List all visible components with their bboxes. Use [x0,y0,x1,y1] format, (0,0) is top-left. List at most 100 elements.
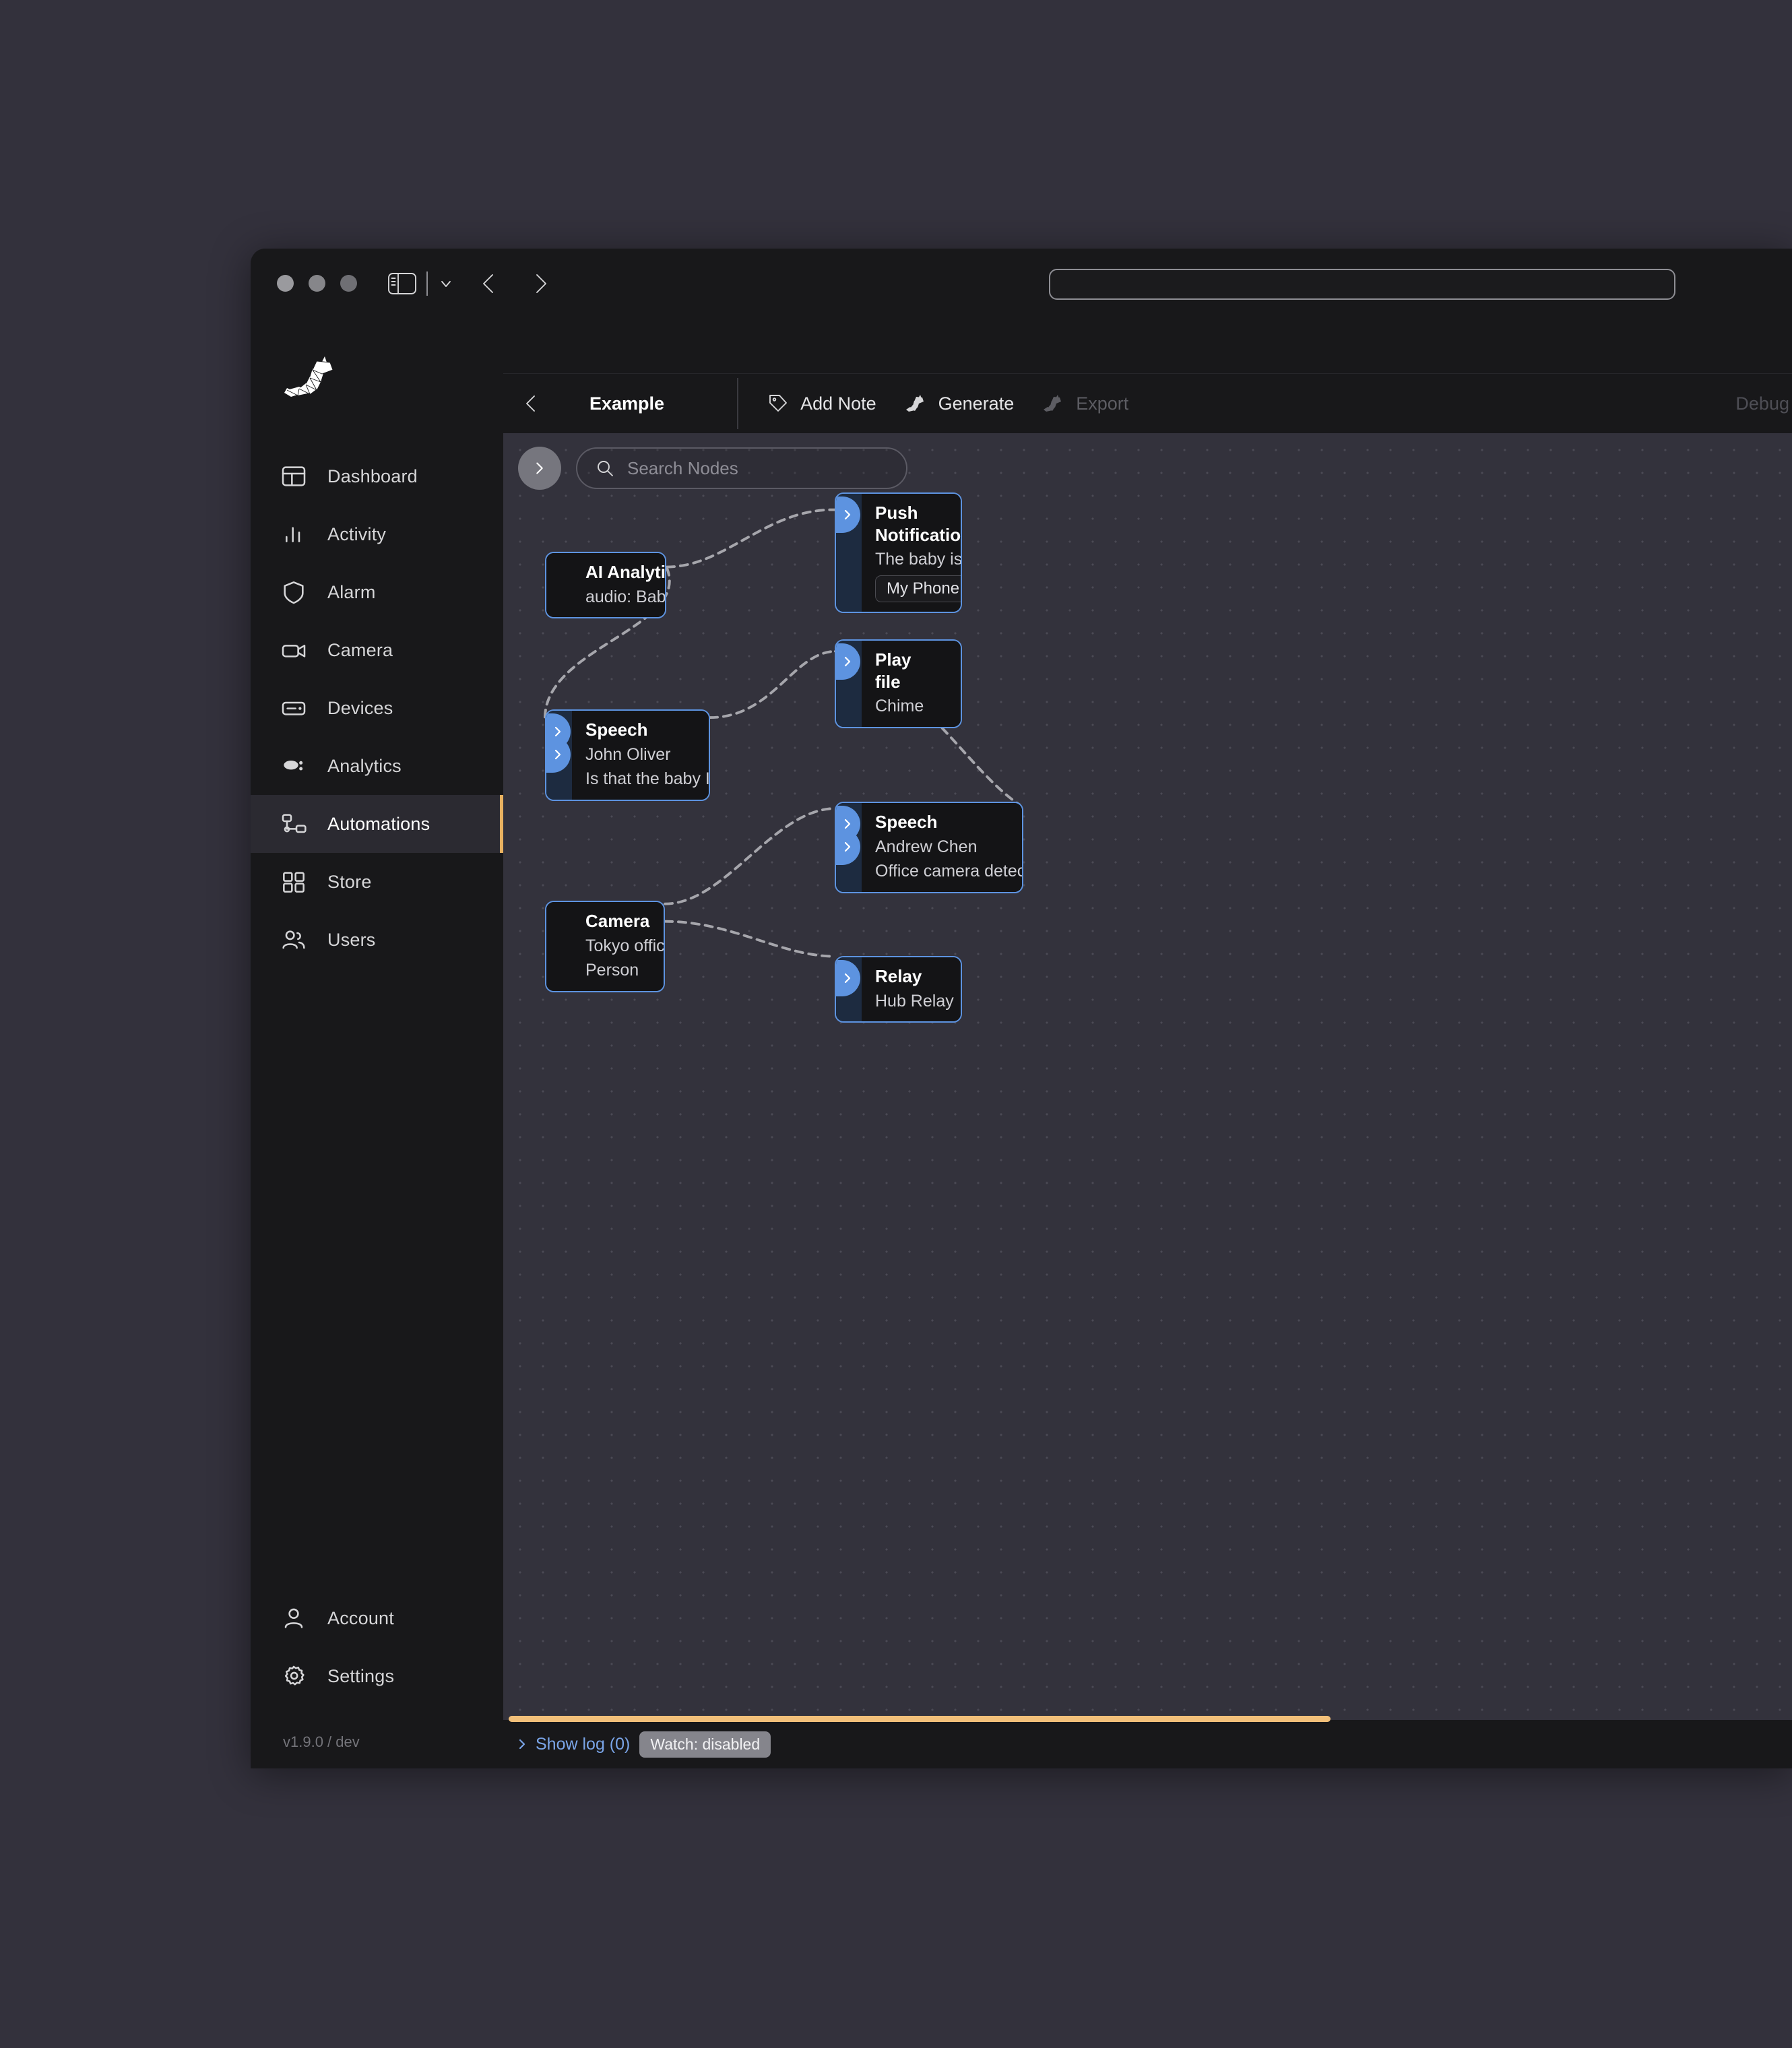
node-speech-andrew-chen[interactable]: Speech Andrew Chen Office camera detecte… [835,802,1023,893]
node-input-ports [546,711,572,800]
watch-status-badge[interactable]: Watch: disabled [639,1731,771,1758]
node-title: AI Analytics [585,562,666,582]
node-input-ports [546,553,572,617]
browser-chrome [251,249,1792,318]
sidebar-item-store[interactable]: Store [251,853,503,911]
sidebar-item-devices[interactable]: Devices [251,679,503,737]
node-detail-line: Hub Relay [875,991,954,1011]
node-input-ports [836,957,862,1021]
automation-canvas[interactable]: Search Nodes AI Analytics audio: Baby Cr… [503,433,1792,1720]
camera-icon [280,637,307,664]
node-input-ports [836,494,862,612]
chevron-down-icon[interactable] [437,275,455,292]
node-detail-line: audio: Baby Cry [585,587,666,606]
export-button[interactable]: Export [1042,392,1128,415]
canvas-controls: Search Nodes [518,447,907,490]
browser-window: Dashboard Activity Alarm Camera Devices … [251,249,1792,1768]
analytics-icon [280,753,307,779]
node-title: Speech [585,719,648,740]
node-detail-line: Is that the baby I hear crying? [585,769,710,788]
sidebar-item-dashboard[interactable]: Dashboard [251,447,503,505]
panel-toggle-button[interactable] [518,447,561,490]
sidebar-toggle-icon[interactable] [387,272,417,295]
progress-accent-bar [509,1716,1331,1722]
chrome-nav-icons [387,269,554,298]
sidebar-item-label: Alarm [327,581,376,602]
sidebar-item-automations[interactable]: Automations [251,795,503,853]
node-detail-line: Chime [875,697,924,715]
toolbar-divider [737,378,739,429]
sidebar-item-label: Store [327,871,372,892]
app-root: Dashboard Activity Alarm Camera Devices … [251,318,1792,1768]
export-label: Export [1076,393,1129,414]
app-logo[interactable] [251,318,503,441]
node-speech-john-oliver[interactable]: Speech John Oliver Is that the baby I he… [545,709,710,801]
node-detail-line: Office camera detected a person! [875,862,1022,881]
toolbar-back-button[interactable] [518,390,545,417]
sidebar-item-label: Camera [327,639,393,660]
node-chip[interactable]: My Phone [875,575,961,602]
devices-icon [280,695,307,722]
zoom-window-button[interactable] [340,275,357,292]
generate-button[interactable]: Generate [905,392,1015,415]
node-push-notification[interactable]: Push Notification The baby is crying! My… [835,492,962,613]
chrome-divider [426,271,428,296]
node-body: Push Notification The baby is crying! My… [862,494,961,612]
content-top-strip [503,318,1792,374]
node-input-ports [546,902,572,991]
add-note-button[interactable]: Add Note [767,392,876,415]
sidebar-item-camera[interactable]: Camera [251,621,503,679]
minimize-window-button[interactable] [309,275,325,292]
version-label: v1.9.0 / dev [283,1733,360,1750]
node-output-ports [937,641,961,727]
sidebar-item-alarm[interactable]: Alarm [251,563,503,621]
sidebar-item-label: Automations [327,813,430,834]
forward-arrow-icon[interactable] [525,269,554,298]
node-detail-line: Tokyo office [585,936,665,955]
input-port[interactable] [836,497,860,533]
node-detail-line: Andrew Chen [875,837,978,856]
node-connectors [543,508,1021,958]
debug-label[interactable]: Debug [1735,393,1789,414]
url-input[interactable] [1049,269,1675,300]
sidebar-item-analytics[interactable]: Analytics [251,737,503,795]
node-relay[interactable]: Relay Hub Relay [835,956,962,1023]
node-camera[interactable]: Camera Tokyo office Person [545,901,665,992]
sidebar-item-users[interactable]: Users [251,911,503,969]
sidebar-item-label: Dashboard [327,466,418,486]
store-icon [280,868,307,895]
sidebar-item-settings[interactable]: Settings [251,1647,503,1705]
node-title: Play file [875,649,911,692]
node-title: Relay [875,966,922,986]
sidebar-item-account[interactable]: Account [251,1589,503,1647]
chevron-right-icon [515,1737,529,1751]
node-play-file[interactable]: Play file Chime [835,639,962,728]
close-window-button[interactable] [277,275,294,292]
sidebar-nav: Dashboard Activity Alarm Camera Devices … [251,447,503,969]
sidebar-item-label: Analytics [327,755,402,776]
input-port[interactable] [836,960,860,996]
node-body: AI Analytics audio: Baby Cry [572,553,666,617]
sidebar-bottom-nav: Account Settings v1.9.0 / dev [251,1589,503,1768]
traffic-lights [277,275,357,292]
node-body: Speech John Oliver Is that the baby I he… [572,711,710,800]
show-log-label: Show log (0) [536,1734,631,1754]
main-area: Example Add Note Generate Export Debug S… [503,318,1792,1768]
sidebar-item-label: Devices [327,697,393,718]
generate-label: Generate [938,393,1015,414]
unicorn-icon [905,392,928,415]
input-port[interactable] [836,643,860,680]
sidebar-item-activity[interactable]: Activity [251,505,503,563]
show-log-button[interactable]: Show log (0) [515,1735,630,1754]
desktop-backdrop: Dashboard Activity Alarm Camera Devices … [0,0,1792,2048]
node-ai-analytics[interactable]: AI Analytics audio: Baby Cry [545,552,666,618]
back-arrow-icon[interactable] [475,269,505,298]
search-placeholder: Search Nodes [627,457,738,478]
node-body: Play file Chime [862,641,938,727]
node-input-ports [836,641,862,727]
node-body: Camera Tokyo office Person [572,902,665,991]
search-input[interactable]: Search Nodes [576,447,907,489]
node-body: Relay Hub Relay [862,957,961,1021]
activity-icon [280,521,307,548]
dashboard-icon [280,463,307,490]
